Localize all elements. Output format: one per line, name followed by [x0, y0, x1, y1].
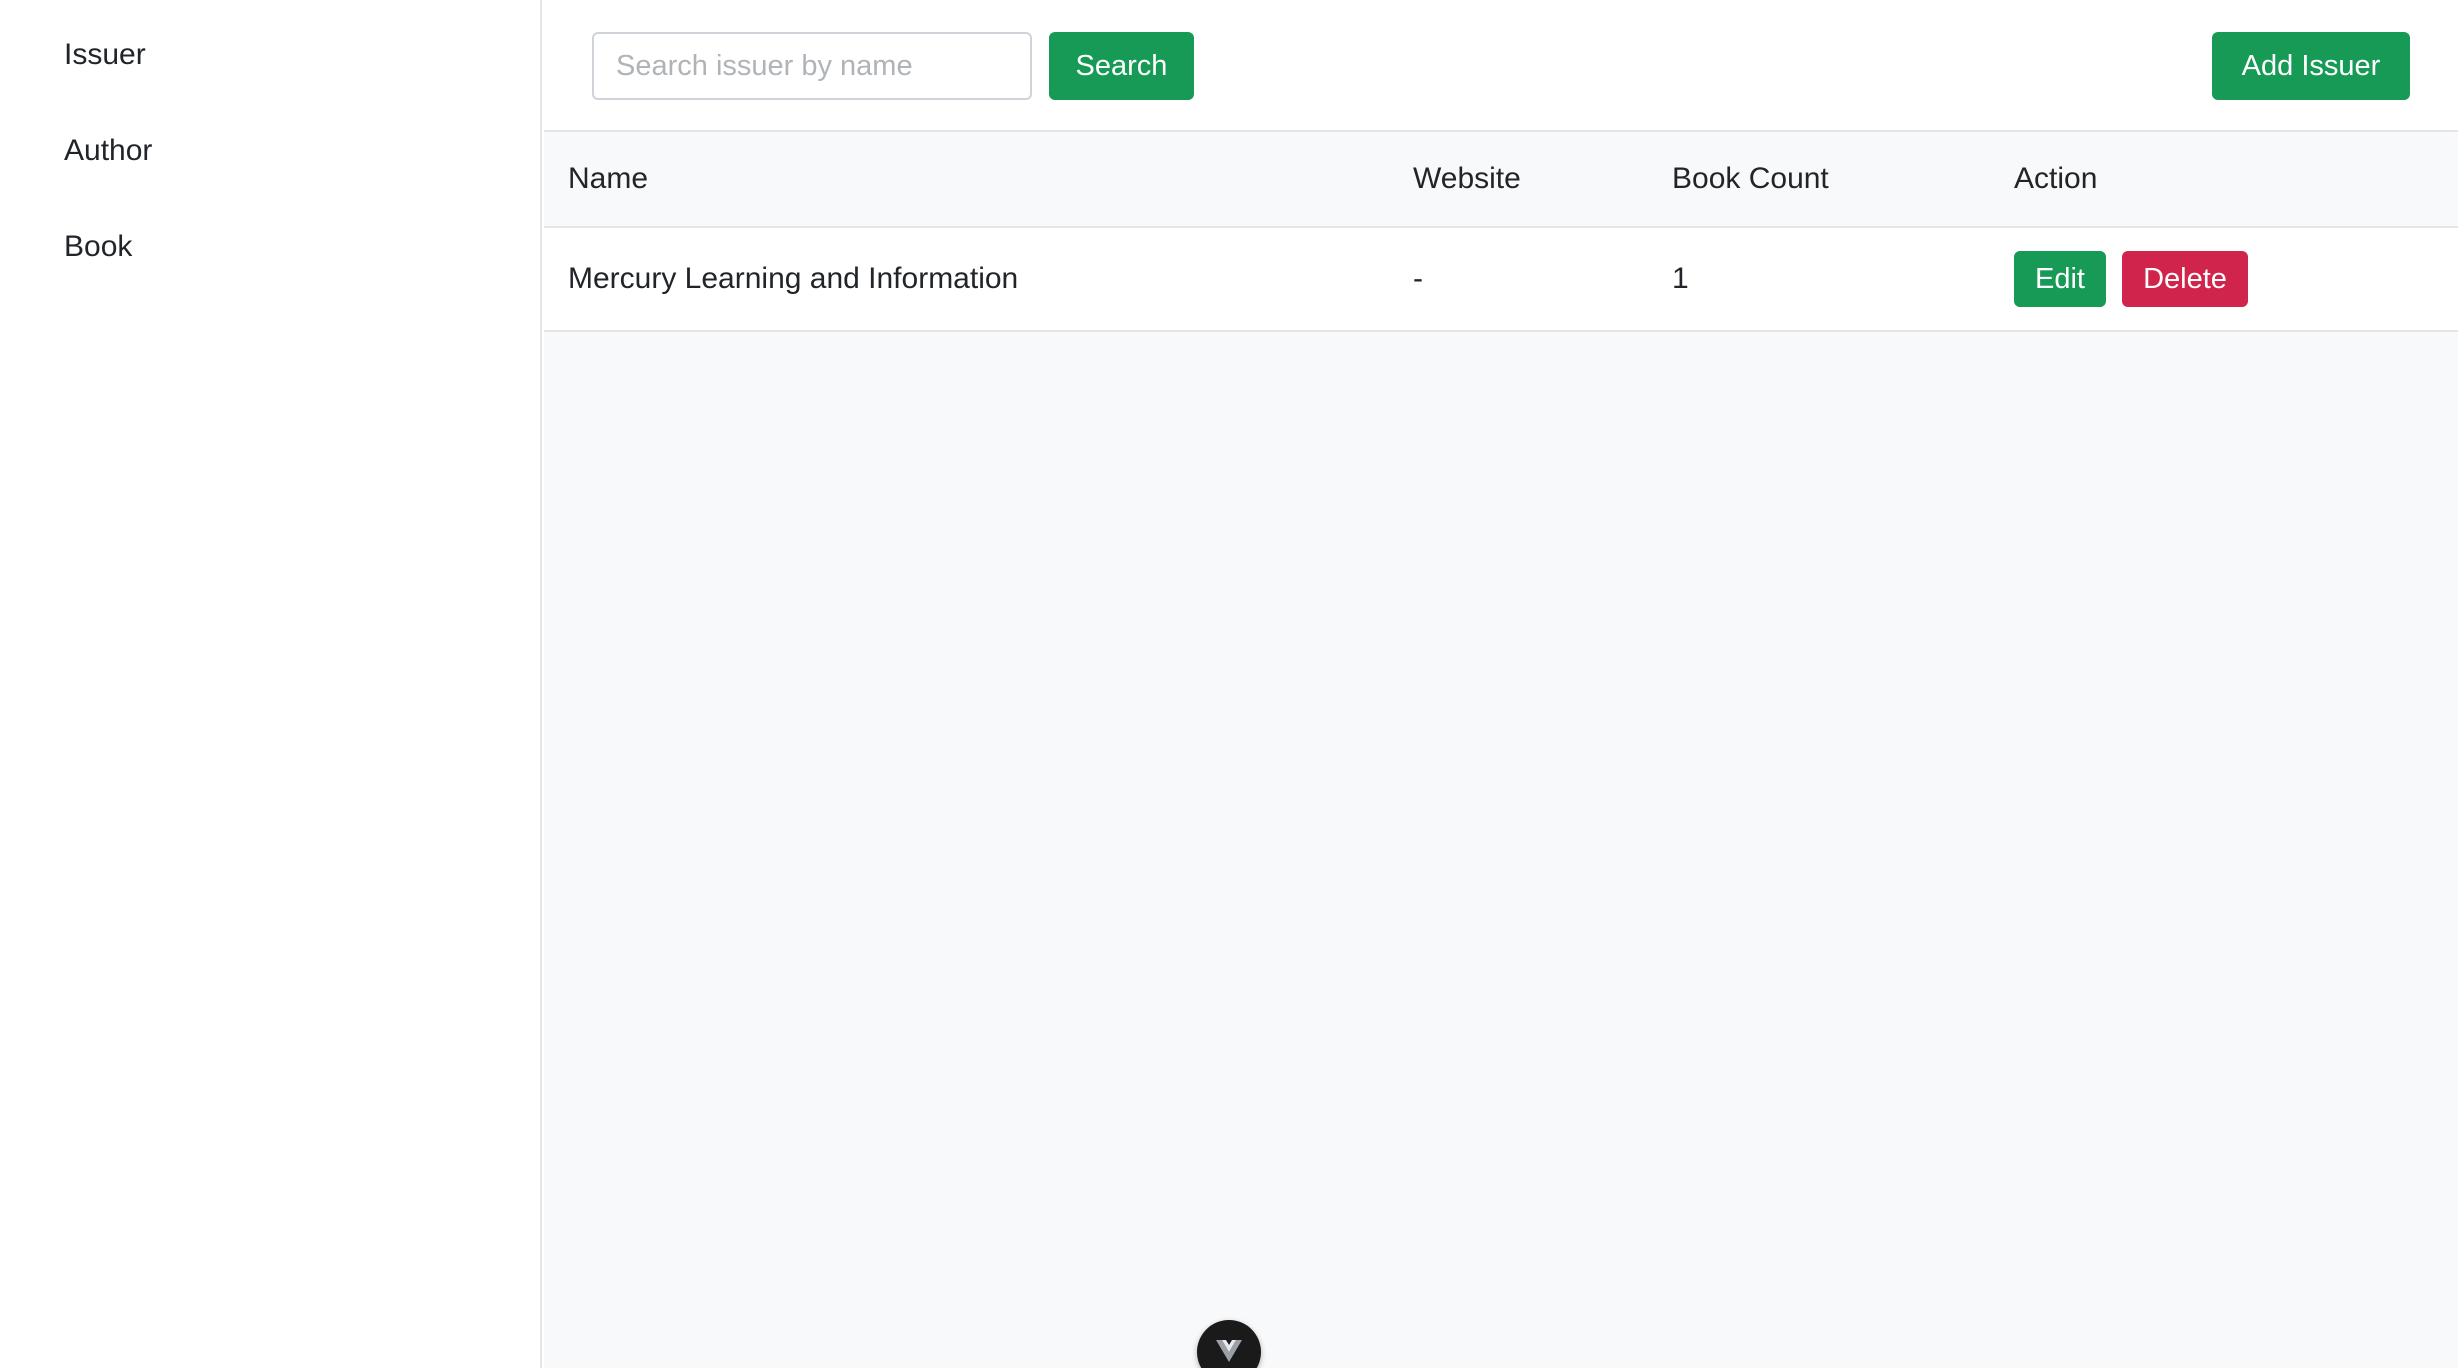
- sidebar-item-book[interactable]: Book: [64, 227, 132, 267]
- header-action: Action: [2014, 162, 2098, 195]
- cell-website: -: [1413, 262, 1423, 295]
- sidebar-item-author[interactable]: Author: [64, 131, 152, 171]
- search-input[interactable]: [592, 32, 1032, 100]
- cell-name: Mercury Learning and Information: [568, 262, 1019, 295]
- sidebar-item-issuer[interactable]: Issuer: [64, 35, 146, 75]
- app-root: Issuer Author Book Search Add Issuer Nam…: [0, 0, 2458, 1368]
- toolbar: Search Add Issuer: [544, 0, 2458, 132]
- issuer-table: Name Website Book Count Action Mercury L…: [544, 132, 2458, 332]
- table-header-row: Name Website Book Count Action: [544, 132, 2458, 228]
- main-content: Search Add Issuer Name Website Book Coun…: [544, 0, 2458, 1368]
- cell-book-count: 1: [1672, 262, 1689, 295]
- header-website: Website: [1413, 162, 1521, 195]
- delete-button[interactable]: Delete: [2122, 251, 2248, 307]
- table-row: Mercury Learning and Information - 1 Edi…: [544, 228, 2458, 332]
- sidebar: Issuer Author Book: [0, 0, 542, 1368]
- edit-button[interactable]: Edit: [2014, 251, 2106, 307]
- header-name: Name: [568, 162, 649, 195]
- search-button[interactable]: Search: [1049, 32, 1194, 100]
- row-actions: Edit Delete: [2014, 251, 2248, 307]
- header-book-count: Book Count: [1672, 162, 1829, 195]
- add-issuer-button[interactable]: Add Issuer: [2212, 32, 2410, 100]
- vue-devtools-icon: [1216, 1340, 1242, 1362]
- cell-action: Edit Delete: [2014, 228, 2248, 330]
